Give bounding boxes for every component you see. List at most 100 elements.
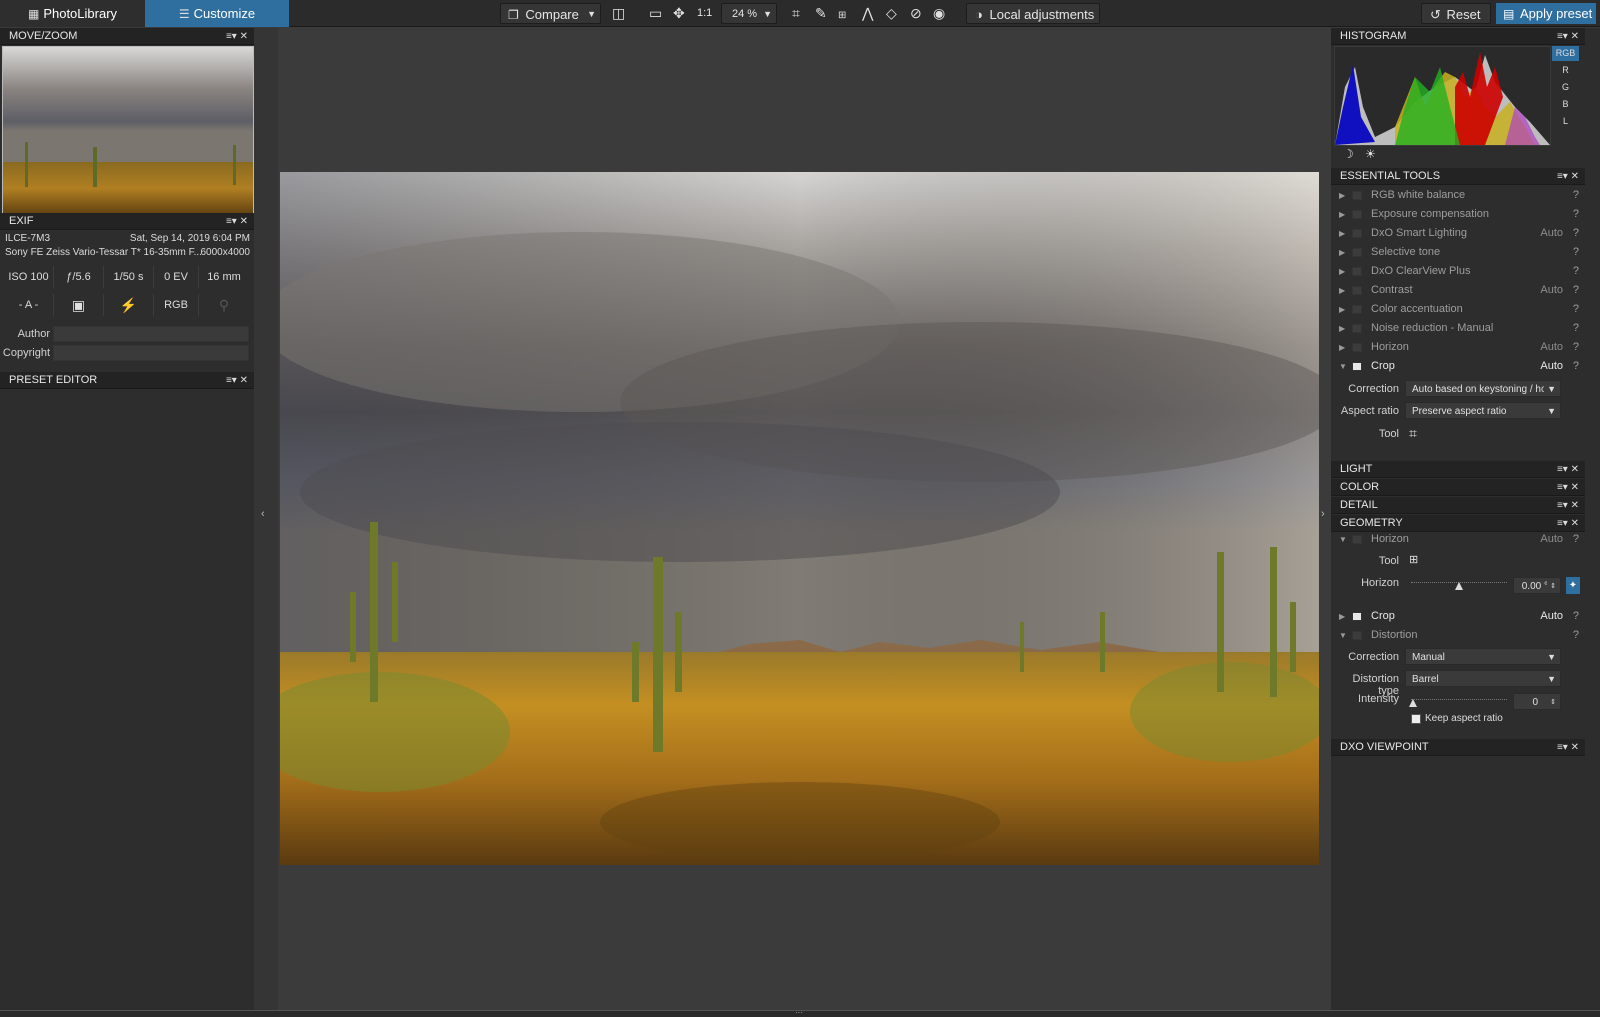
horizon-slider-handle[interactable]: [1455, 582, 1463, 590]
reset-button[interactable]: ↺ Reset: [1421, 3, 1491, 24]
panel-menu-icon[interactable]: ≡▾: [226, 31, 237, 42]
split-view-button[interactable]: ◫: [612, 3, 630, 24]
intensity-value-field[interactable]: 0 ⇕: [1513, 693, 1561, 710]
move-button[interactable]: ✥: [673, 3, 691, 24]
close-icon[interactable]: ✕: [240, 31, 248, 42]
detail-header[interactable]: DETAIL ≡▾ ✕: [1331, 497, 1585, 514]
crop-aspect-select[interactable]: Preserve aspect ratio ▼: [1405, 402, 1561, 419]
enable-checkbox[interactable]: [1352, 535, 1362, 544]
tool-noise-reduction[interactable]: ▶ Noise reduction - Manual?: [1331, 319, 1585, 338]
left-panel-collapse-bar[interactable]: ‹: [254, 28, 278, 1010]
bottom-filmstrip-bar[interactable]: ···: [0, 1008, 1600, 1017]
perspective-8pt-button[interactable]: ◇: [886, 3, 904, 24]
right-panel-collapse-bar[interactable]: ›: [1319, 28, 1331, 1010]
tool-clearview-plus[interactable]: ▶ DxO ClearView Plus?: [1331, 262, 1585, 281]
tool-exposure-compensation[interactable]: ▶ Exposure compensation?: [1331, 205, 1585, 224]
close-icon[interactable]: ✕: [240, 375, 248, 386]
panel-controls[interactable]: ≡▾ ✕: [1557, 28, 1579, 45]
expand-icon[interactable]: ▶: [1339, 186, 1345, 205]
main-photo[interactable]: [280, 172, 1319, 865]
white-balance-picker-button[interactable]: ✎: [815, 3, 833, 24]
collapse-icon[interactable]: ▼: [1339, 626, 1347, 645]
panel-controls[interactable]: ≡▾ ✕: [1557, 168, 1579, 185]
perspective-tool-button[interactable]: ⋀: [862, 3, 880, 24]
help-icon[interactable]: ?: [1573, 357, 1579, 376]
hist-channel-l[interactable]: L: [1552, 114, 1579, 129]
panel-controls[interactable]: ≡▾ ✕: [226, 28, 248, 45]
dist-correction-select[interactable]: Manual ▼: [1405, 648, 1561, 665]
panel-menu-icon[interactable]: ≡▾: [226, 216, 237, 227]
expand-filmstrip-handle[interactable]: ···: [795, 1008, 803, 1017]
close-icon[interactable]: ✕: [1571, 482, 1579, 493]
enable-checkbox[interactable]: [1352, 612, 1362, 621]
expand-icon[interactable]: ▶: [1339, 338, 1345, 357]
help-icon[interactable]: ?: [1573, 186, 1579, 205]
panel-menu-icon[interactable]: ≡▾: [1557, 500, 1568, 511]
tool-rgb-white-balance[interactable]: ▶ RGB white balance?: [1331, 186, 1585, 205]
crop-icon[interactable]: ⌗: [1409, 425, 1417, 442]
panel-menu-icon[interactable]: ≡▾: [1557, 518, 1568, 529]
tool-smart-lighting[interactable]: ▶ DxO Smart Lighting Auto?: [1331, 224, 1585, 243]
horizon-tool-button[interactable]: ⊞: [838, 3, 858, 24]
panel-controls[interactable]: ≡▾ ✕: [1557, 739, 1579, 756]
help-icon[interactable]: ?: [1573, 281, 1579, 300]
intensity-slider-handle[interactable]: [1409, 699, 1417, 707]
panel-controls[interactable]: ≡▾ ✕: [1557, 461, 1579, 478]
help-icon[interactable]: ?: [1573, 626, 1579, 645]
help-icon[interactable]: ?: [1573, 262, 1579, 281]
stepper-icon[interactable]: ⇕: [1547, 578, 1556, 593]
enable-checkbox[interactable]: [1352, 191, 1362, 200]
close-icon[interactable]: ✕: [1571, 518, 1579, 529]
close-icon[interactable]: ✕: [1571, 742, 1579, 753]
navigator-thumbnail[interactable]: [2, 46, 254, 214]
close-icon[interactable]: ✕: [1571, 500, 1579, 511]
hist-channel-r[interactable]: R: [1552, 63, 1579, 78]
expand-icon[interactable]: ▶: [1339, 205, 1345, 224]
expand-icon[interactable]: ▶: [1339, 243, 1345, 262]
horizon-icon[interactable]: ⊞: [1409, 553, 1418, 566]
tab-customize[interactable]: ☰ Customize: [145, 0, 289, 27]
close-icon[interactable]: ✕: [1571, 464, 1579, 475]
one-to-one-button[interactable]: 1:1: [697, 3, 717, 24]
expand-icon[interactable]: ▶: [1339, 224, 1345, 243]
enable-checkbox[interactable]: [1352, 286, 1362, 295]
intensity-slider[interactable]: [1411, 699, 1507, 701]
panel-menu-icon[interactable]: ≡▾: [1557, 742, 1568, 753]
enable-checkbox[interactable]: [1352, 267, 1362, 276]
repair-tool-button[interactable]: ⊘: [910, 3, 928, 24]
close-icon[interactable]: ✕: [1571, 31, 1579, 42]
help-icon[interactable]: ?: [1573, 205, 1579, 224]
enable-checkbox[interactable]: [1352, 343, 1362, 352]
help-icon[interactable]: ?: [1573, 338, 1579, 357]
collapse-icon[interactable]: ▼: [1339, 357, 1347, 376]
panel-controls[interactable]: ≡▾ ✕: [226, 213, 248, 230]
light-header[interactable]: LIGHT ≡▾ ✕: [1331, 461, 1585, 478]
help-icon[interactable]: ?: [1573, 607, 1579, 626]
highlight-clipping-icon[interactable]: ☀: [1365, 147, 1376, 161]
help-icon[interactable]: ?: [1573, 530, 1579, 549]
shadow-clipping-icon[interactable]: ☽: [1343, 147, 1354, 161]
crop-correction-select[interactable]: Auto based on keystoning / ho ▼: [1405, 380, 1561, 397]
enable-checkbox[interactable]: [1352, 210, 1362, 219]
keep-aspect-checkbox[interactable]: [1411, 714, 1421, 724]
enable-checkbox[interactable]: [1352, 324, 1362, 333]
enable-checkbox[interactable]: [1352, 248, 1362, 257]
author-field[interactable]: [53, 326, 249, 342]
dist-type-select[interactable]: Barrel ▼: [1405, 670, 1561, 687]
panel-controls[interactable]: ≡▾ ✕: [226, 372, 248, 389]
panel-controls[interactable]: ≡▾ ✕: [1557, 479, 1579, 496]
panel-menu-icon[interactable]: ≡▾: [1557, 31, 1568, 42]
zoom-select[interactable]: 24 % ▼: [721, 3, 777, 24]
expand-icon[interactable]: ▶: [1339, 281, 1345, 300]
expand-icon[interactable]: ▶: [1339, 262, 1345, 281]
hist-channel-g[interactable]: G: [1552, 80, 1579, 95]
horizon-value-field[interactable]: 0.00 ° ⇕: [1513, 577, 1561, 594]
horizon-auto-button[interactable]: ✦: [1566, 577, 1580, 594]
hist-channel-rgb[interactable]: RGB: [1552, 46, 1579, 61]
chevron-left-icon[interactable]: ‹: [261, 508, 265, 520]
tool-contrast[interactable]: ▶ Contrast Auto?: [1331, 281, 1585, 300]
fit-screen-button[interactable]: ▭: [649, 3, 667, 24]
enable-checkbox[interactable]: [1352, 631, 1362, 640]
viewpoint-header[interactable]: DXO VIEWPOINT ≡▾ ✕: [1331, 739, 1585, 756]
collapse-icon[interactable]: ▼: [1339, 530, 1347, 549]
